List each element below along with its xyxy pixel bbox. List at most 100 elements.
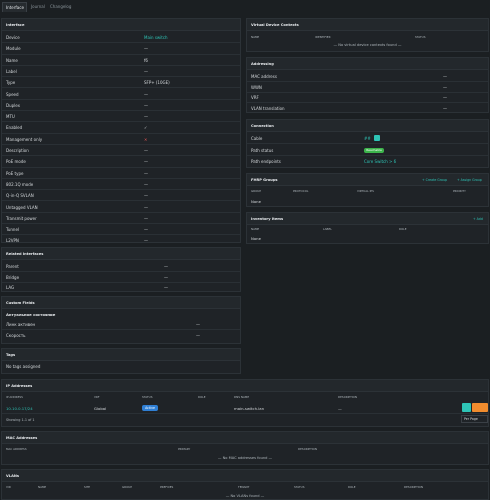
field-row: Name f6 xyxy=(2,55,240,66)
field-label: Module xyxy=(6,46,21,52)
related-interfaces-card: Related Interfaces Parent — Bridge — LAG — xyxy=(1,247,241,292)
ip-status-badge: Active xyxy=(142,405,158,411)
field-value: — xyxy=(164,274,168,280)
inventory-title: Inventory Items xyxy=(247,213,488,225)
vdc-card: Virtual Device Contexts Name Identifier … xyxy=(246,18,489,52)
vlan-col-description: Description xyxy=(404,485,423,489)
inventory-col-role: Role xyxy=(399,227,407,231)
tab-journal[interactable]: Journal xyxy=(28,2,46,12)
tab-changelog[interactable]: Changelog xyxy=(47,2,75,12)
field-value: — xyxy=(144,170,148,176)
ip-vrf: Global xyxy=(94,406,107,411)
assign-group-button[interactable]: + Assign Group xyxy=(457,178,482,182)
ip-table-row: 10.10.0.17/24 Global Active main-switch.… xyxy=(2,401,488,414)
vlan-col-vid: VID xyxy=(6,485,11,489)
ip-showing-text: Showing 1-1 of 1 xyxy=(6,418,35,422)
field-value: — xyxy=(164,285,168,290)
tags-empty: No tags assigned xyxy=(6,364,41,369)
field-value: — xyxy=(144,215,148,221)
cable-trace-icon[interactable] xyxy=(374,135,380,141)
vdc-title: Virtual Device Contexts xyxy=(247,19,488,31)
field-label: Untagged VLAN xyxy=(6,204,38,210)
delete-dropdown-button[interactable] xyxy=(472,403,488,412)
field-label: MAC address xyxy=(251,74,277,79)
field-value: — xyxy=(443,105,447,111)
field-label: WWN xyxy=(251,84,262,90)
field-value: — xyxy=(144,193,148,199)
create-group-button[interactable]: + Create Group xyxy=(422,178,447,182)
field-value: — xyxy=(144,148,148,153)
field-value: — xyxy=(443,84,447,90)
field-label: VRF xyxy=(251,95,259,100)
field-value: — xyxy=(144,114,148,120)
field-label: Bridge xyxy=(6,274,20,280)
path-status-row: Path status Reachable xyxy=(247,145,488,157)
field-label: Линк активен xyxy=(6,322,36,327)
field-value: — xyxy=(443,74,447,79)
interface-card-title: Interface xyxy=(2,19,240,31)
connection-title: Connection xyxy=(247,120,488,132)
mac-addresses-title: MAC Addresses xyxy=(2,432,488,444)
vlan-col-group: Group xyxy=(122,485,133,489)
vlans-title: VLANs xyxy=(2,470,488,482)
cable-link[interactable]: ## xyxy=(364,136,371,141)
path-endpoints-row: Path endpoints Core Switch > 6 xyxy=(247,156,488,167)
field-value: — xyxy=(144,102,148,108)
field-row: Description — xyxy=(2,145,240,157)
field-row: Device Main switch xyxy=(2,32,240,44)
field-value[interactable]: Main switch xyxy=(144,35,168,40)
path-endpoints-link[interactable]: Core Switch > 6 xyxy=(364,159,396,164)
vlans-empty: — No VLANs found — xyxy=(225,494,265,498)
cable-row: Cable ## xyxy=(247,133,488,145)
ip-description: — xyxy=(338,406,342,411)
tags-title: Tags xyxy=(2,349,240,361)
tab-bar: Interface Journal Changelog xyxy=(0,0,490,13)
field-row: Transmit power — xyxy=(2,213,240,225)
path-status-badge: Reachable xyxy=(364,148,384,153)
field-value: — xyxy=(144,46,148,52)
field-value: — xyxy=(443,95,447,100)
field-label: Transmit power xyxy=(6,215,37,221)
field-label: VLAN translation xyxy=(251,105,285,111)
field-row: PoE type — xyxy=(2,168,240,179)
ip-address-link[interactable]: 10.10.0.17/24 xyxy=(6,406,33,411)
fhrp-col-virtual-ips: Virtual IPs xyxy=(357,189,374,193)
connection-card: Connection Cable ## Path status Reachabl… xyxy=(246,119,489,168)
field-value: — xyxy=(144,238,148,244)
ip-col-dns: DNS Name xyxy=(234,395,250,399)
field-label: LAG xyxy=(6,285,15,290)
field-label: Duplex xyxy=(6,102,21,108)
path-endpoints-label: Path endpoints xyxy=(251,159,281,164)
field-value: — xyxy=(144,159,148,165)
vlan-col-tenant: Tenant xyxy=(238,485,250,489)
add-inventory-button[interactable]: + Add xyxy=(473,217,483,221)
field-label: Q-in-Q SVLAN xyxy=(6,193,34,199)
fhrp-col-protocol: Protocol xyxy=(293,189,309,193)
fhrp-col-group: Group xyxy=(251,189,262,193)
field-row: PoE mode — xyxy=(2,156,240,168)
edit-icon[interactable] xyxy=(462,403,471,412)
mac-col-description: Description xyxy=(298,447,317,451)
custom-fields-card: Custom Fields Актуальное состояние Линк … xyxy=(1,296,241,344)
interface-card: Interface Device Main switch Module — Name f6… xyxy=(1,18,241,243)
field-row: MTU — xyxy=(2,111,240,123)
field-label: Type xyxy=(6,80,16,86)
field-row: Untagged VLAN — xyxy=(2,202,240,213)
field-value: — xyxy=(164,264,168,269)
ip-addresses-title: IP Addresses xyxy=(2,380,488,392)
vdc-col-name: Name xyxy=(251,35,260,39)
field-value: — xyxy=(144,181,148,187)
field-value: ✕ xyxy=(144,136,148,142)
field-label: PoE mode xyxy=(6,159,26,165)
field-value: f6 xyxy=(144,57,148,63)
field-label: Speed xyxy=(6,91,19,97)
field-row: Label — xyxy=(2,66,240,78)
field-row: Type SFP+ (10GE) xyxy=(2,77,240,89)
field-value: — xyxy=(196,322,200,327)
tab-interface[interactable]: Interface xyxy=(2,2,27,12)
field-label: Скорость xyxy=(6,333,26,338)
per-page-select[interactable]: Per Page xyxy=(461,415,488,423)
field-value: — xyxy=(144,91,148,97)
cable-label: Cable xyxy=(251,136,263,141)
field-row: L2VPN — xyxy=(2,235,240,246)
